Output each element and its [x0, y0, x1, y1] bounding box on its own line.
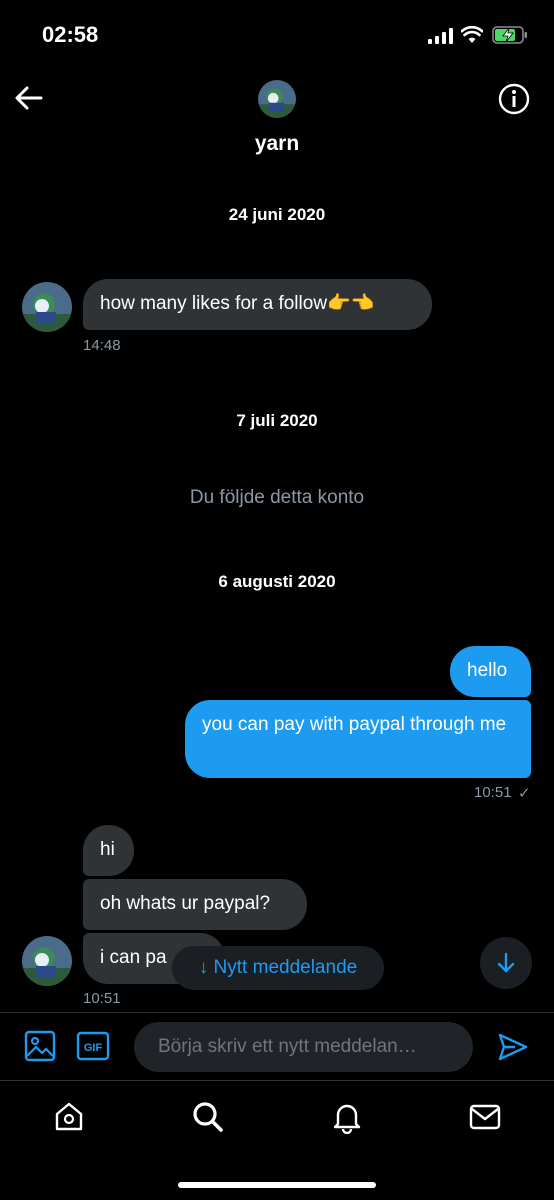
home-icon[interactable]	[52, 1100, 86, 1134]
message-timestamp: 14:48	[83, 337, 121, 354]
gif-icon: GIF	[76, 1031, 110, 1061]
messages-envelope-icon[interactable]	[468, 1100, 502, 1134]
info-icon[interactable]	[497, 82, 531, 116]
scroll-to-bottom-button[interactable]	[480, 937, 532, 989]
message-bubble-incoming[interactable]: how many likes for a follow👉👈	[83, 279, 432, 330]
avatar-image	[22, 282, 72, 332]
avatar-image	[258, 80, 296, 118]
signal-icon	[428, 28, 453, 44]
avatar-image	[22, 936, 72, 986]
status-time: 02:58	[42, 22, 99, 47]
message-timestamp: 10:51	[83, 990, 121, 1007]
message-bubble-incoming[interactable]: oh whats ur paypal?	[83, 879, 307, 930]
header-avatar[interactable]	[258, 80, 296, 118]
message-timestamp: 10:51	[474, 784, 512, 801]
sender-avatar[interactable]	[22, 936, 72, 986]
message-bubble-incoming[interactable]: hi	[83, 825, 134, 876]
send-icon[interactable]	[497, 1031, 529, 1063]
notifications-bell-icon[interactable]	[330, 1100, 364, 1134]
read-receipt-icon: ✓	[518, 785, 531, 802]
sender-avatar[interactable]	[22, 282, 72, 332]
battery-charging-icon	[492, 26, 527, 44]
arrow-down-icon	[497, 952, 515, 973]
gif-button[interactable]: GIF	[76, 1031, 110, 1061]
wifi-icon	[461, 26, 483, 43]
search-icon[interactable]	[191, 1100, 225, 1134]
svg-text:GIF: GIF	[84, 1042, 103, 1054]
date-separator: 7 juli 2020	[236, 411, 318, 430]
back-arrow-icon[interactable]	[14, 84, 44, 112]
date-separator: 24 juni 2020	[228, 205, 326, 224]
new-message-button[interactable]: ↓ Nytt meddelande	[172, 946, 384, 990]
message-bubble-outgoing[interactable]: hello	[450, 646, 531, 697]
image-icon[interactable]	[24, 1030, 56, 1062]
divider	[0, 1080, 554, 1081]
date-separator: 6 augusti 2020	[218, 572, 336, 591]
divider	[0, 1012, 554, 1013]
home-indicator	[178, 1182, 376, 1188]
follow-notice: Du följde detta konto	[189, 487, 365, 508]
message-bubble-outgoing[interactable]: you can pay with paypal through me	[185, 700, 531, 778]
message-input[interactable]: Börja skriv ett nytt meddelan…	[134, 1022, 473, 1072]
conversation-title: yarn	[254, 132, 300, 155]
